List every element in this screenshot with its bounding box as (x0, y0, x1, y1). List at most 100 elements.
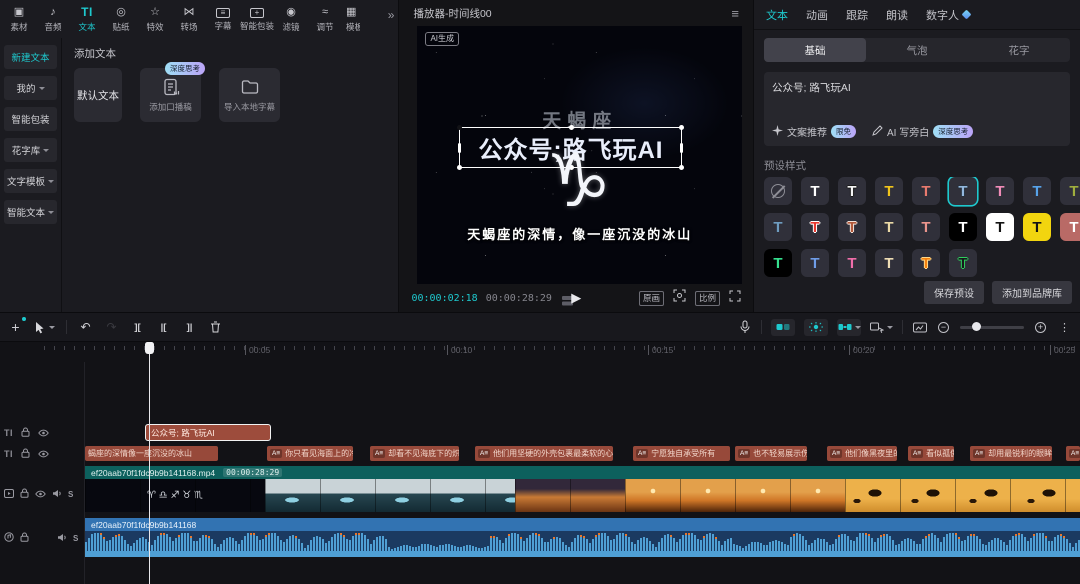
subtitle-clip-0[interactable]: 蝎座的深情像一座沉没的冰山 (85, 446, 218, 461)
redo-icon[interactable]: ↷ (104, 318, 119, 336)
playhead[interactable] (149, 342, 150, 584)
subtab-fancy-text[interactable]: 花字 (968, 38, 1070, 62)
toolbar-item-effects[interactable]: ☆特效 (138, 6, 172, 33)
preset-style-6[interactable]: T (986, 177, 1014, 205)
preset-style-19[interactable]: T (801, 249, 829, 277)
preview-stage[interactable]: AI生成 天蝎座 ♑ 公众号;路飞玩AI 天蝎座的深情，像一座沉没的冰山 (417, 26, 742, 284)
title-text-clip[interactable]: 公众号; 路飞玩AI (145, 424, 271, 441)
lock-icon[interactable] (20, 529, 29, 547)
subtitle-clip-4[interactable]: A≡宁愿独自承受所有 (633, 446, 730, 461)
preset-style-11[interactable]: T (838, 213, 866, 241)
tab-tracking[interactable]: 跟踪 (846, 7, 868, 23)
subtitle-clip-2[interactable]: A≡却看不见海底下的炽热 (370, 446, 459, 461)
subtitle-clip-1[interactable]: A≡你只看见海面上的冷漠 (267, 446, 353, 461)
video-thumbnails[interactable] (85, 479, 1080, 512)
preset-style-3[interactable]: T (875, 177, 903, 205)
mute-icon[interactable] (57, 529, 67, 547)
preset-style-14[interactable]: T (949, 213, 977, 241)
trim-right-icon[interactable]: ]| (182, 318, 197, 336)
subtab-bubble[interactable]: 气泡 (866, 38, 968, 62)
toolbar-item-captions[interactable]: ≡字幕 (206, 6, 240, 32)
visibility-icon[interactable] (38, 424, 49, 442)
text-card-default-text[interactable]: 默认文本 (74, 68, 122, 122)
toolbar-item-sticker[interactable]: ◎贴纸 (104, 6, 138, 33)
subtitle-clip-7[interactable]: A≡看似孤傲 (908, 446, 954, 461)
preset-style-7[interactable]: T (1023, 177, 1051, 205)
preset-style-18[interactable]: T (764, 249, 792, 277)
video-clip-label-bar[interactable]: ef20aab70f1fdc9b9b141168.mp4 00:00:28:29 (85, 466, 1080, 479)
preset-style-15[interactable]: T (986, 213, 1014, 241)
visibility-icon[interactable] (38, 445, 49, 463)
toolbar-item-smart-pack[interactable]: +智能包装 (240, 6, 274, 32)
subtitle-clip-5[interactable]: A≡也不轻易展示伤痛 (735, 446, 807, 461)
preset-style-13[interactable]: T (912, 213, 940, 241)
fullscreen-icon[interactable] (729, 289, 741, 307)
lock-icon[interactable] (21, 424, 30, 442)
text-card-add-script[interactable]: 深度思考添加口播稿 (140, 68, 201, 122)
delete-icon[interactable] (208, 318, 223, 336)
timeline-ruler[interactable]: 00:0500:1000:1500:2000:25 (0, 342, 1080, 362)
subtab-basic[interactable]: 基础 (764, 38, 866, 62)
preset-style-8[interactable]: T (1060, 177, 1080, 205)
tab-digital-human[interactable]: 数字人 (926, 7, 970, 23)
sidebar-item-smart-text[interactable]: 智能文本 (4, 200, 57, 224)
preset-style-2[interactable]: T (838, 177, 866, 205)
audio-clip-label-bar[interactable]: ef20aab70f1fdc9b9b141168 (85, 518, 1080, 531)
visibility-icon[interactable] (35, 485, 46, 503)
undo-icon[interactable]: ↶ (78, 318, 93, 336)
solo-toggle[interactable]: S (73, 534, 78, 543)
toolbar-item-transition[interactable]: ⋈转场 (172, 6, 206, 33)
preset-style-9[interactable]: T (764, 213, 792, 241)
sidebar-item-new-text[interactable]: 新建文本 (4, 45, 57, 69)
tab-animation[interactable]: 动画 (806, 7, 828, 23)
play-button[interactable]: ▶ (571, 290, 581, 306)
toolbar-item-audio[interactable]: ♪音频 (36, 6, 70, 33)
mic-icon[interactable] (737, 318, 752, 336)
audio-waveform[interactable] (85, 531, 1080, 557)
add-to-brand-button[interactable]: 添加到品牌库 (992, 281, 1072, 304)
resize-handle[interactable] (569, 125, 574, 130)
preset-style-22[interactable]: T (912, 249, 940, 277)
track-mode-icon[interactable] (870, 318, 893, 336)
preset-style-12[interactable]: T (875, 213, 903, 241)
zoom-in-icon[interactable]: + (1033, 318, 1048, 336)
preset-style-16[interactable]: T (1023, 213, 1051, 241)
zoom-slider-knob[interactable] (972, 322, 981, 331)
split-icon[interactable]: ][ (130, 318, 145, 336)
toolbar-item-template[interactable]: ▦模板 (342, 6, 360, 33)
subtitle-clip-9[interactable]: A≡ (1066, 446, 1080, 461)
text-card-import-subtitle[interactable]: 导入本地字幕 (219, 68, 280, 122)
text-input[interactable]: 公众号; 路飞玩AI 文案推荐限免AI 写旁白深度思考 (764, 72, 1070, 146)
zoom-out-icon[interactable]: − (936, 318, 951, 336)
select-icon[interactable] (34, 318, 55, 336)
sidebar-item-text-template[interactable]: 文字模板 (4, 169, 57, 193)
toolbar-item-text[interactable]: TI文本 (70, 6, 104, 33)
tab-read-aloud[interactable]: 朗读 (886, 7, 908, 23)
preset-style-23[interactable]: T (949, 249, 977, 277)
preset-style-17[interactable]: T (1060, 213, 1080, 241)
lock-icon[interactable] (21, 445, 30, 463)
tool-copy-suggest[interactable]: 文案推荐限免 (772, 124, 856, 139)
mute-icon[interactable] (52, 485, 62, 503)
toolbar-more-icon[interactable]: » (388, 8, 395, 22)
linkage-toggle-icon[interactable] (804, 319, 828, 336)
timeline-zoom-slider[interactable] (960, 326, 1024, 329)
player-menu-icon[interactable]: ≡ (731, 6, 739, 21)
solo-toggle[interactable]: S (68, 490, 73, 499)
preset-style-20[interactable]: T (838, 249, 866, 277)
playhead-handle[interactable] (145, 342, 154, 354)
save-preset-button[interactable]: 保存预设 (924, 281, 984, 304)
focus-icon[interactable] (673, 289, 686, 307)
snap-toggle-icon[interactable] (771, 319, 795, 336)
more-icon[interactable]: ⋮ (1057, 318, 1072, 336)
subtitle-clip-3[interactable]: A≡他们用坚硬的外壳包裹最柔软的心 (475, 446, 613, 461)
preset-style-5[interactable]: T (949, 177, 977, 205)
preset-style-10[interactable]: T (801, 213, 829, 241)
ratio-button[interactable]: 比例 (695, 291, 720, 306)
sidebar-item-mine[interactable]: 我的 (4, 76, 57, 100)
toolbar-item-adjust[interactable]: ≈调节 (308, 6, 342, 33)
preview-quality-icon[interactable] (912, 318, 927, 336)
original-quality-button[interactable]: 原画 (639, 291, 664, 306)
trim-left-icon[interactable]: |[ (156, 318, 171, 336)
preset-style-1[interactable]: T (801, 177, 829, 205)
